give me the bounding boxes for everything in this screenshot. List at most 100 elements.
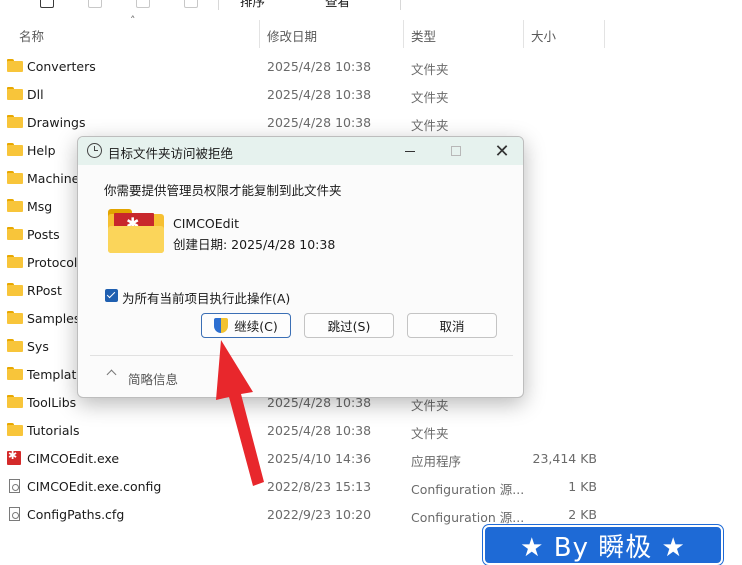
toolbar-divider bbox=[400, 0, 401, 10]
list-item[interactable]: Tutorials 2025/4/28 10:38 文件夹 bbox=[0, 416, 742, 444]
skip-label: 跳过(S) bbox=[327, 319, 371, 334]
chevron-up-icon[interactable] bbox=[106, 369, 117, 380]
column-divider[interactable] bbox=[259, 20, 260, 48]
file-size: 23,414 KB bbox=[532, 451, 597, 466]
summary-toggle[interactable]: 简略信息 bbox=[128, 369, 178, 388]
column-divider[interactable] bbox=[604, 20, 605, 48]
column-size[interactable]: 大小 bbox=[531, 26, 556, 45]
file-name: Help bbox=[27, 143, 56, 158]
file-date: 2025/4/28 10:38 bbox=[267, 59, 372, 74]
file-date: 2022/8/23 15:13 bbox=[267, 479, 372, 494]
column-header: ˄ 名称 修改日期 类型 大小 bbox=[0, 14, 742, 48]
file-name: ConfigPaths.cfg bbox=[27, 507, 125, 522]
skip-button[interactable]: 跳过(S) bbox=[304, 313, 394, 338]
list-item[interactable]: Converters 2025/4/28 10:38 文件夹 bbox=[0, 52, 742, 80]
toolbar-divider bbox=[218, 0, 219, 10]
file-type: Configuration 源... bbox=[411, 510, 525, 525]
file-name: Sys bbox=[27, 339, 49, 354]
continue-button[interactable]: 继续(C) bbox=[201, 313, 291, 338]
cimco-folder-icon bbox=[108, 209, 164, 253]
close-button[interactable]: ✕ bbox=[479, 137, 523, 165]
file-type: 文件夹 bbox=[411, 426, 449, 441]
folder-icon bbox=[7, 171, 23, 184]
dialog-titlebar[interactable]: 目标文件夹访问被拒绝 ✕ bbox=[78, 137, 523, 165]
explorer-toolbar: 排序 查看 bbox=[0, 0, 742, 12]
column-divider[interactable] bbox=[523, 20, 524, 48]
list-item[interactable]: Dll 2025/4/28 10:38 文件夹 bbox=[0, 80, 742, 108]
clock-icon bbox=[87, 143, 102, 158]
dialog-message: 你需要提供管理员权限才能复制到此文件夹 bbox=[104, 183, 342, 198]
red-arrow-annotation bbox=[216, 340, 264, 486]
file-name: Machine bbox=[27, 171, 80, 186]
file-name: ToolLibs bbox=[27, 395, 77, 410]
folder-icon bbox=[7, 367, 23, 380]
uac-shield-icon bbox=[214, 318, 229, 333]
file-type: Configuration 源... bbox=[411, 482, 525, 497]
new-icon[interactable] bbox=[40, 0, 54, 8]
cancel-label: 取消 bbox=[439, 319, 465, 334]
file-name: RPost bbox=[27, 283, 62, 298]
file-date: 2022/9/23 10:20 bbox=[267, 507, 372, 522]
dialog-title: 目标文件夹访问被拒绝 bbox=[108, 146, 234, 161]
folder-icon bbox=[7, 143, 23, 156]
apply-all-checkbox[interactable] bbox=[105, 289, 118, 302]
column-type[interactable]: 类型 bbox=[411, 26, 436, 45]
exe-icon bbox=[7, 449, 21, 465]
list-item[interactable]: Drawings 2025/4/28 10:38 文件夹 bbox=[0, 108, 742, 136]
dialog-divider bbox=[90, 355, 513, 356]
config-file-icon bbox=[9, 507, 20, 521]
apply-all-label[interactable]: 为所有当前项目执行此操作(A) bbox=[122, 288, 290, 307]
file-size: 1 KB bbox=[568, 479, 597, 494]
list-item[interactable]: ConfigPaths.cfg 2022/9/23 10:20 Configurat… bbox=[0, 500, 742, 528]
watermark-badge: ★ By 瞬极 ★ bbox=[483, 525, 723, 565]
file-name: Protocol bbox=[27, 255, 78, 270]
column-modified[interactable]: 修改日期 bbox=[267, 26, 317, 45]
folder-icon bbox=[7, 311, 23, 324]
maximize-button bbox=[433, 137, 479, 165]
file-size: 2 KB bbox=[568, 507, 597, 522]
continue-label: 继续(C) bbox=[234, 319, 278, 334]
list-item[interactable]: CIMCOEdit.exe.config 2022/8/23 15:13 Confi… bbox=[0, 472, 742, 500]
file-name: Dll bbox=[27, 87, 44, 102]
file-type: 文件夹 bbox=[411, 62, 449, 77]
maximize-icon bbox=[451, 146, 461, 156]
column-name[interactable]: 名称 bbox=[19, 26, 44, 45]
list-item[interactable]: CIMCOEdit.exe 2025/4/10 14:36 应用程序 23,414 K… bbox=[0, 444, 742, 472]
sort-up-icon: ˄ bbox=[130, 14, 136, 27]
file-date: 2025/4/28 10:38 bbox=[267, 115, 372, 130]
folder-icon bbox=[7, 283, 23, 296]
item-date: 创建日期: 2025/4/28 10:38 bbox=[173, 237, 336, 252]
item-name: CIMCOEdit bbox=[173, 216, 239, 231]
file-date: 2025/4/10 14:36 bbox=[267, 451, 372, 466]
file-name: Msg bbox=[27, 199, 53, 214]
minimize-button[interactable] bbox=[387, 137, 433, 165]
folder-icon bbox=[7, 199, 23, 212]
delete-icon[interactable] bbox=[184, 0, 198, 8]
sort-button[interactable]: 排序 bbox=[240, 0, 265, 10]
watermark-text: ★ By 瞬极 ★ bbox=[520, 532, 686, 563]
file-name: CIMCOEdit.exe.config bbox=[27, 479, 162, 494]
folder-icon bbox=[7, 423, 23, 436]
file-date: 2025/4/28 10:38 bbox=[267, 423, 372, 438]
file-name: Tutorials bbox=[27, 423, 80, 438]
access-denied-dialog: 目标文件夹访问被拒绝 ✕ 你需要提供管理员权限才能复制到此文件夹 CIMCOEd… bbox=[77, 136, 524, 398]
close-icon: ✕ bbox=[494, 140, 510, 162]
folder-icon bbox=[7, 59, 23, 72]
column-divider[interactable] bbox=[403, 20, 404, 48]
file-type: 文件夹 bbox=[411, 118, 449, 133]
file-name: Converters bbox=[27, 59, 96, 74]
paste-icon[interactable] bbox=[136, 0, 150, 8]
cancel-button[interactable]: 取消 bbox=[407, 313, 497, 338]
folder-icon bbox=[7, 87, 23, 100]
view-button[interactable]: 查看 bbox=[325, 0, 350, 10]
file-name: Posts bbox=[27, 227, 60, 242]
file-name: Drawings bbox=[27, 115, 86, 130]
file-type: 应用程序 bbox=[411, 454, 462, 469]
file-name: Template bbox=[27, 367, 85, 382]
copy-icon[interactable] bbox=[88, 0, 102, 8]
minimize-icon bbox=[405, 150, 415, 152]
folder-icon bbox=[7, 227, 23, 240]
file-type: 文件夹 bbox=[411, 90, 449, 105]
config-file-icon bbox=[9, 479, 20, 493]
file-name: CIMCOEdit.exe bbox=[27, 451, 120, 466]
